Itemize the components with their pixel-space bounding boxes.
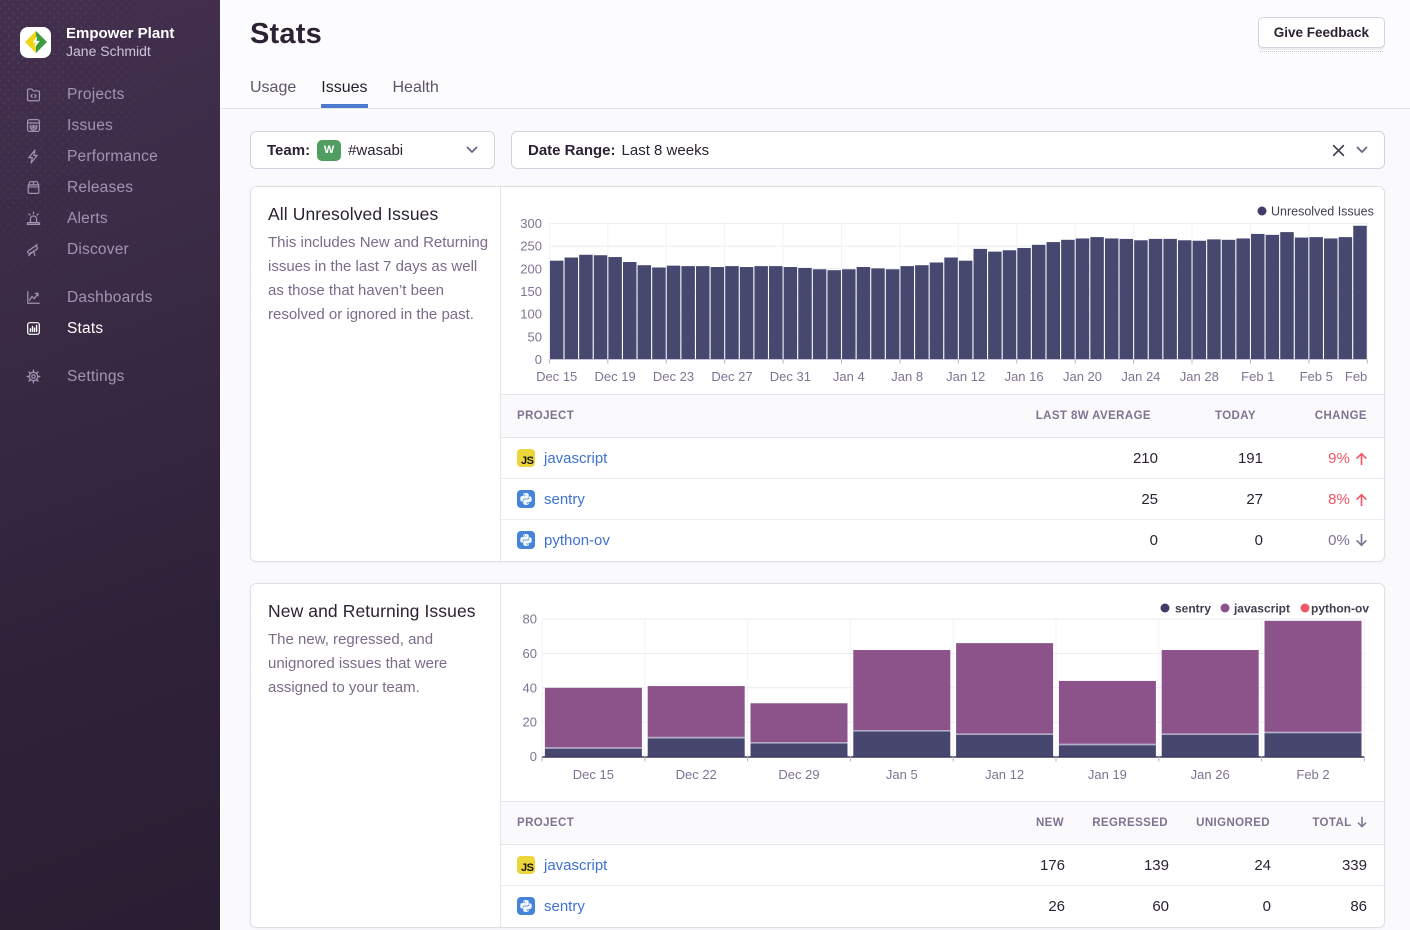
svg-text:150: 150: [520, 284, 542, 299]
svg-text:0: 0: [535, 352, 542, 367]
svg-text:Dec 29: Dec 29: [778, 767, 819, 782]
svg-text:Unresolved Issues: Unresolved Issues: [1271, 204, 1374, 218]
svg-text:100: 100: [520, 306, 542, 321]
svg-text:Jan 5: Jan 5: [886, 767, 918, 782]
svg-text:80: 80: [523, 611, 537, 626]
svg-text:20: 20: [523, 714, 537, 729]
svg-text:javascript: javascript: [1233, 601, 1290, 615]
svg-text:Jan 8: Jan 8: [891, 369, 923, 384]
svg-text:Dec 27: Dec 27: [711, 369, 752, 384]
svg-text:python-ov: python-ov: [1311, 601, 1369, 615]
svg-text:Dec 15: Dec 15: [573, 767, 614, 782]
svg-text:Jan 26: Jan 26: [1191, 767, 1230, 782]
svg-text:Jan 12: Jan 12: [985, 767, 1024, 782]
svg-text:Jan 4: Jan 4: [833, 369, 865, 384]
svg-text:50: 50: [528, 329, 542, 344]
svg-text:Dec 31: Dec 31: [770, 369, 811, 384]
svg-text:Feb 1: Feb 1: [1241, 369, 1274, 384]
svg-text:Feb 5: Feb 5: [1300, 369, 1333, 384]
svg-text:Jan 12: Jan 12: [946, 369, 985, 384]
svg-text:200: 200: [520, 261, 542, 276]
svg-text:Feb: Feb: [1345, 369, 1367, 384]
svg-text:Jan 20: Jan 20: [1063, 369, 1102, 384]
svg-text:Dec 23: Dec 23: [653, 369, 694, 384]
svg-text:Jan 24: Jan 24: [1121, 369, 1160, 384]
svg-text:250: 250: [520, 238, 542, 253]
svg-text:Dec 19: Dec 19: [594, 369, 635, 384]
svg-text:Dec 22: Dec 22: [676, 767, 717, 782]
svg-text:0: 0: [530, 749, 537, 764]
svg-text:sentry: sentry: [1175, 601, 1211, 615]
svg-text:Jan 16: Jan 16: [1005, 369, 1044, 384]
svg-text:Dec 15: Dec 15: [536, 369, 577, 384]
svg-text:300: 300: [520, 216, 542, 231]
svg-text:60: 60: [523, 646, 537, 661]
svg-text:Jan 28: Jan 28: [1180, 369, 1219, 384]
svg-text:40: 40: [523, 680, 537, 695]
svg-text:Jan 19: Jan 19: [1088, 767, 1127, 782]
svg-text:Feb 2: Feb 2: [1296, 767, 1329, 782]
